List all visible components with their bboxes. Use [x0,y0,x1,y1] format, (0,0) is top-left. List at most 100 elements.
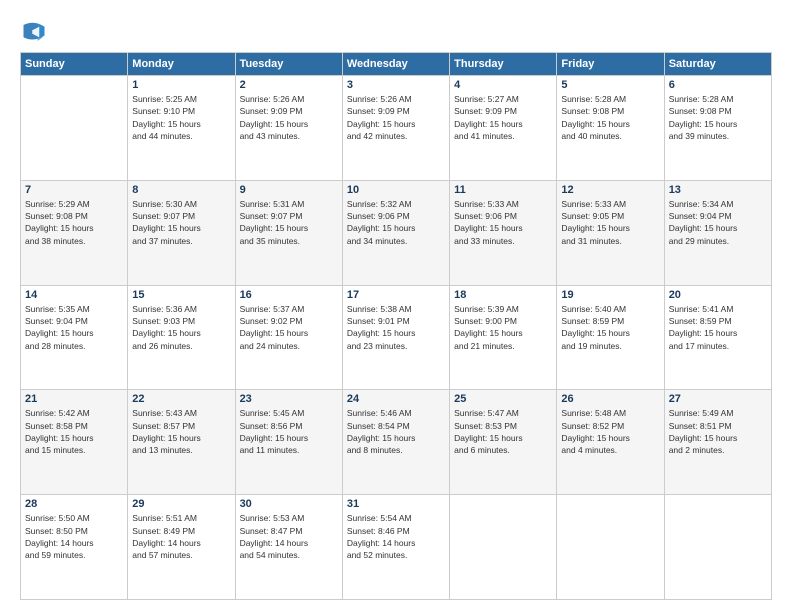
day-number: 4 [454,79,552,91]
day-number: 6 [669,79,767,91]
calendar: SundayMondayTuesdayWednesdayThursdayFrid… [20,52,772,600]
calendar-cell: 6 Sunrise: 5:28 AM Sunset: 9:08 PM Daylig… [664,76,771,181]
day-number: 23 [240,393,338,405]
day-number: 7 [25,184,123,196]
day-info: Sunrise: 5:29 AM Sunset: 9:08 PM Dayligh… [25,198,123,247]
calendar-cell: 11Sunrise: 5:33 AM Sunset: 9:06 PM Dayli… [450,180,557,285]
calendar-cell: 22 Sunrise: 5:43 AM Sunset: 8:57 PM Dayli… [128,390,235,495]
weekday-header: Tuesday [235,53,342,76]
weekday-header: Sunday [21,53,128,76]
calendar-cell: 23 Sunrise: 5:45 AM Sunset: 8:56 PM Dayli… [235,390,342,495]
calendar-cell: 24 Sunrise: 5:46 AM Sunset: 8:54 PM Dayli… [342,390,449,495]
day-info: Sunrise: 5:54 AM Sunset: 8:46 PM Dayligh… [347,512,445,561]
day-info: Sunrise: 5:41 AM Sunset: 8:59 PM Dayligh… [669,303,767,352]
calendar-week-row: 21 Sunrise: 5:42 AM Sunset: 8:58 PM Dayli… [21,390,772,495]
calendar-cell: 17 Sunrise: 5:38 AM Sunset: 9:01 PM Dayli… [342,285,449,390]
day-number: 19 [561,289,659,301]
calendar-cell [21,76,128,181]
weekday-header: Saturday [664,53,771,76]
day-number: 18 [454,289,552,301]
calendar-cell: 15 Sunrise: 5:36 AM Sunset: 9:03 PM Dayli… [128,285,235,390]
day-info: Sunrise: 5:43 AM Sunset: 8:57 PM Dayligh… [132,407,230,456]
day-info: Sunrise: 5:30 AM Sunset: 9:07 PM Dayligh… [132,198,230,247]
day-number: 29 [132,498,230,510]
logo [20,18,52,46]
day-number: 15 [132,289,230,301]
day-info: Sunrise: 5:37 AM Sunset: 9:02 PM Dayligh… [240,303,338,352]
calendar-body: 1 Sunrise: 5:25 AM Sunset: 9:10 PM Daylig… [21,76,772,600]
calendar-cell: 28 Sunrise: 5:50 AM Sunset: 8:50 PM Dayli… [21,495,128,600]
day-info: Sunrise: 5:40 AM Sunset: 8:59 PM Dayligh… [561,303,659,352]
day-number: 22 [132,393,230,405]
day-info: Sunrise: 5:34 AM Sunset: 9:04 PM Dayligh… [669,198,767,247]
calendar-week-row: 28 Sunrise: 5:50 AM Sunset: 8:50 PM Dayli… [21,495,772,600]
calendar-cell: 14Sunrise: 5:35 AM Sunset: 9:04 PM Dayli… [21,285,128,390]
day-number: 16 [240,289,338,301]
calendar-week-row: 1 Sunrise: 5:25 AM Sunset: 9:10 PM Daylig… [21,76,772,181]
calendar-week-row: 7 Sunrise: 5:29 AM Sunset: 9:08 PM Daylig… [21,180,772,285]
day-number: 12 [561,184,659,196]
calendar-cell: 26 Sunrise: 5:48 AM Sunset: 8:52 PM Dayli… [557,390,664,495]
day-number: 27 [669,393,767,405]
day-info: Sunrise: 5:39 AM Sunset: 9:00 PM Dayligh… [454,303,552,352]
day-info: Sunrise: 5:36 AM Sunset: 9:03 PM Dayligh… [132,303,230,352]
day-number: 2 [240,79,338,91]
calendar-cell: 5 Sunrise: 5:28 AM Sunset: 9:08 PM Daylig… [557,76,664,181]
day-number: 8 [132,184,230,196]
day-number: 28 [25,498,123,510]
calendar-cell: 20Sunrise: 5:41 AM Sunset: 8:59 PM Dayli… [664,285,771,390]
day-number: 21 [25,393,123,405]
calendar-cell: 29Sunrise: 5:51 AM Sunset: 8:49 PM Dayli… [128,495,235,600]
day-number: 5 [561,79,659,91]
day-number: 25 [454,393,552,405]
day-info: Sunrise: 5:53 AM Sunset: 8:47 PM Dayligh… [240,512,338,561]
day-number: 11 [454,184,552,196]
calendar-cell: 3 Sunrise: 5:26 AM Sunset: 9:09 PM Daylig… [342,76,449,181]
calendar-header-row: SundayMondayTuesdayWednesdayThursdayFrid… [21,53,772,76]
calendar-cell: 2 Sunrise: 5:26 AM Sunset: 9:09 PM Daylig… [235,76,342,181]
day-info: Sunrise: 5:27 AM Sunset: 9:09 PM Dayligh… [454,93,552,142]
day-number: 13 [669,184,767,196]
calendar-cell: 21 Sunrise: 5:42 AM Sunset: 8:58 PM Dayli… [21,390,128,495]
day-info: Sunrise: 5:35 AM Sunset: 9:04 PM Dayligh… [25,303,123,352]
weekday-header: Friday [557,53,664,76]
weekday-header: Monday [128,53,235,76]
calendar-cell: 1 Sunrise: 5:25 AM Sunset: 9:10 PM Daylig… [128,76,235,181]
calendar-cell: 27Sunrise: 5:49 AM Sunset: 8:51 PM Dayli… [664,390,771,495]
calendar-cell: 7 Sunrise: 5:29 AM Sunset: 9:08 PM Daylig… [21,180,128,285]
day-number: 31 [347,498,445,510]
day-info: Sunrise: 5:50 AM Sunset: 8:50 PM Dayligh… [25,512,123,561]
day-info: Sunrise: 5:28 AM Sunset: 9:08 PM Dayligh… [669,93,767,142]
day-info: Sunrise: 5:45 AM Sunset: 8:56 PM Dayligh… [240,407,338,456]
calendar-cell: 25Sunrise: 5:47 AM Sunset: 8:53 PM Dayli… [450,390,557,495]
day-info: Sunrise: 5:33 AM Sunset: 9:05 PM Dayligh… [561,198,659,247]
calendar-cell: 19 Sunrise: 5:40 AM Sunset: 8:59 PM Dayli… [557,285,664,390]
day-number: 3 [347,79,445,91]
day-info: Sunrise: 5:26 AM Sunset: 9:09 PM Dayligh… [240,93,338,142]
calendar-cell: 30Sunrise: 5:53 AM Sunset: 8:47 PM Dayli… [235,495,342,600]
day-number: 24 [347,393,445,405]
day-number: 17 [347,289,445,301]
day-info: Sunrise: 5:32 AM Sunset: 9:06 PM Dayligh… [347,198,445,247]
calendar-cell: 13 Sunrise: 5:34 AM Sunset: 9:04 PM Dayli… [664,180,771,285]
day-info: Sunrise: 5:48 AM Sunset: 8:52 PM Dayligh… [561,407,659,456]
weekday-header: Thursday [450,53,557,76]
calendar-cell: 10 Sunrise: 5:32 AM Sunset: 9:06 PM Dayli… [342,180,449,285]
page: SundayMondayTuesdayWednesdayThursdayFrid… [0,0,792,612]
calendar-week-row: 14Sunrise: 5:35 AM Sunset: 9:04 PM Dayli… [21,285,772,390]
header [20,18,772,46]
calendar-cell: 16 Sunrise: 5:37 AM Sunset: 9:02 PM Dayli… [235,285,342,390]
day-number: 1 [132,79,230,91]
day-info: Sunrise: 5:46 AM Sunset: 8:54 PM Dayligh… [347,407,445,456]
calendar-cell [450,495,557,600]
day-info: Sunrise: 5:25 AM Sunset: 9:10 PM Dayligh… [132,93,230,142]
day-info: Sunrise: 5:42 AM Sunset: 8:58 PM Dayligh… [25,407,123,456]
day-info: Sunrise: 5:38 AM Sunset: 9:01 PM Dayligh… [347,303,445,352]
calendar-cell: 12 Sunrise: 5:33 AM Sunset: 9:05 PM Dayli… [557,180,664,285]
calendar-cell: 9Sunrise: 5:31 AM Sunset: 9:07 PM Daylig… [235,180,342,285]
day-number: 26 [561,393,659,405]
calendar-cell [557,495,664,600]
day-info: Sunrise: 5:26 AM Sunset: 9:09 PM Dayligh… [347,93,445,142]
day-number: 10 [347,184,445,196]
day-info: Sunrise: 5:28 AM Sunset: 9:08 PM Dayligh… [561,93,659,142]
